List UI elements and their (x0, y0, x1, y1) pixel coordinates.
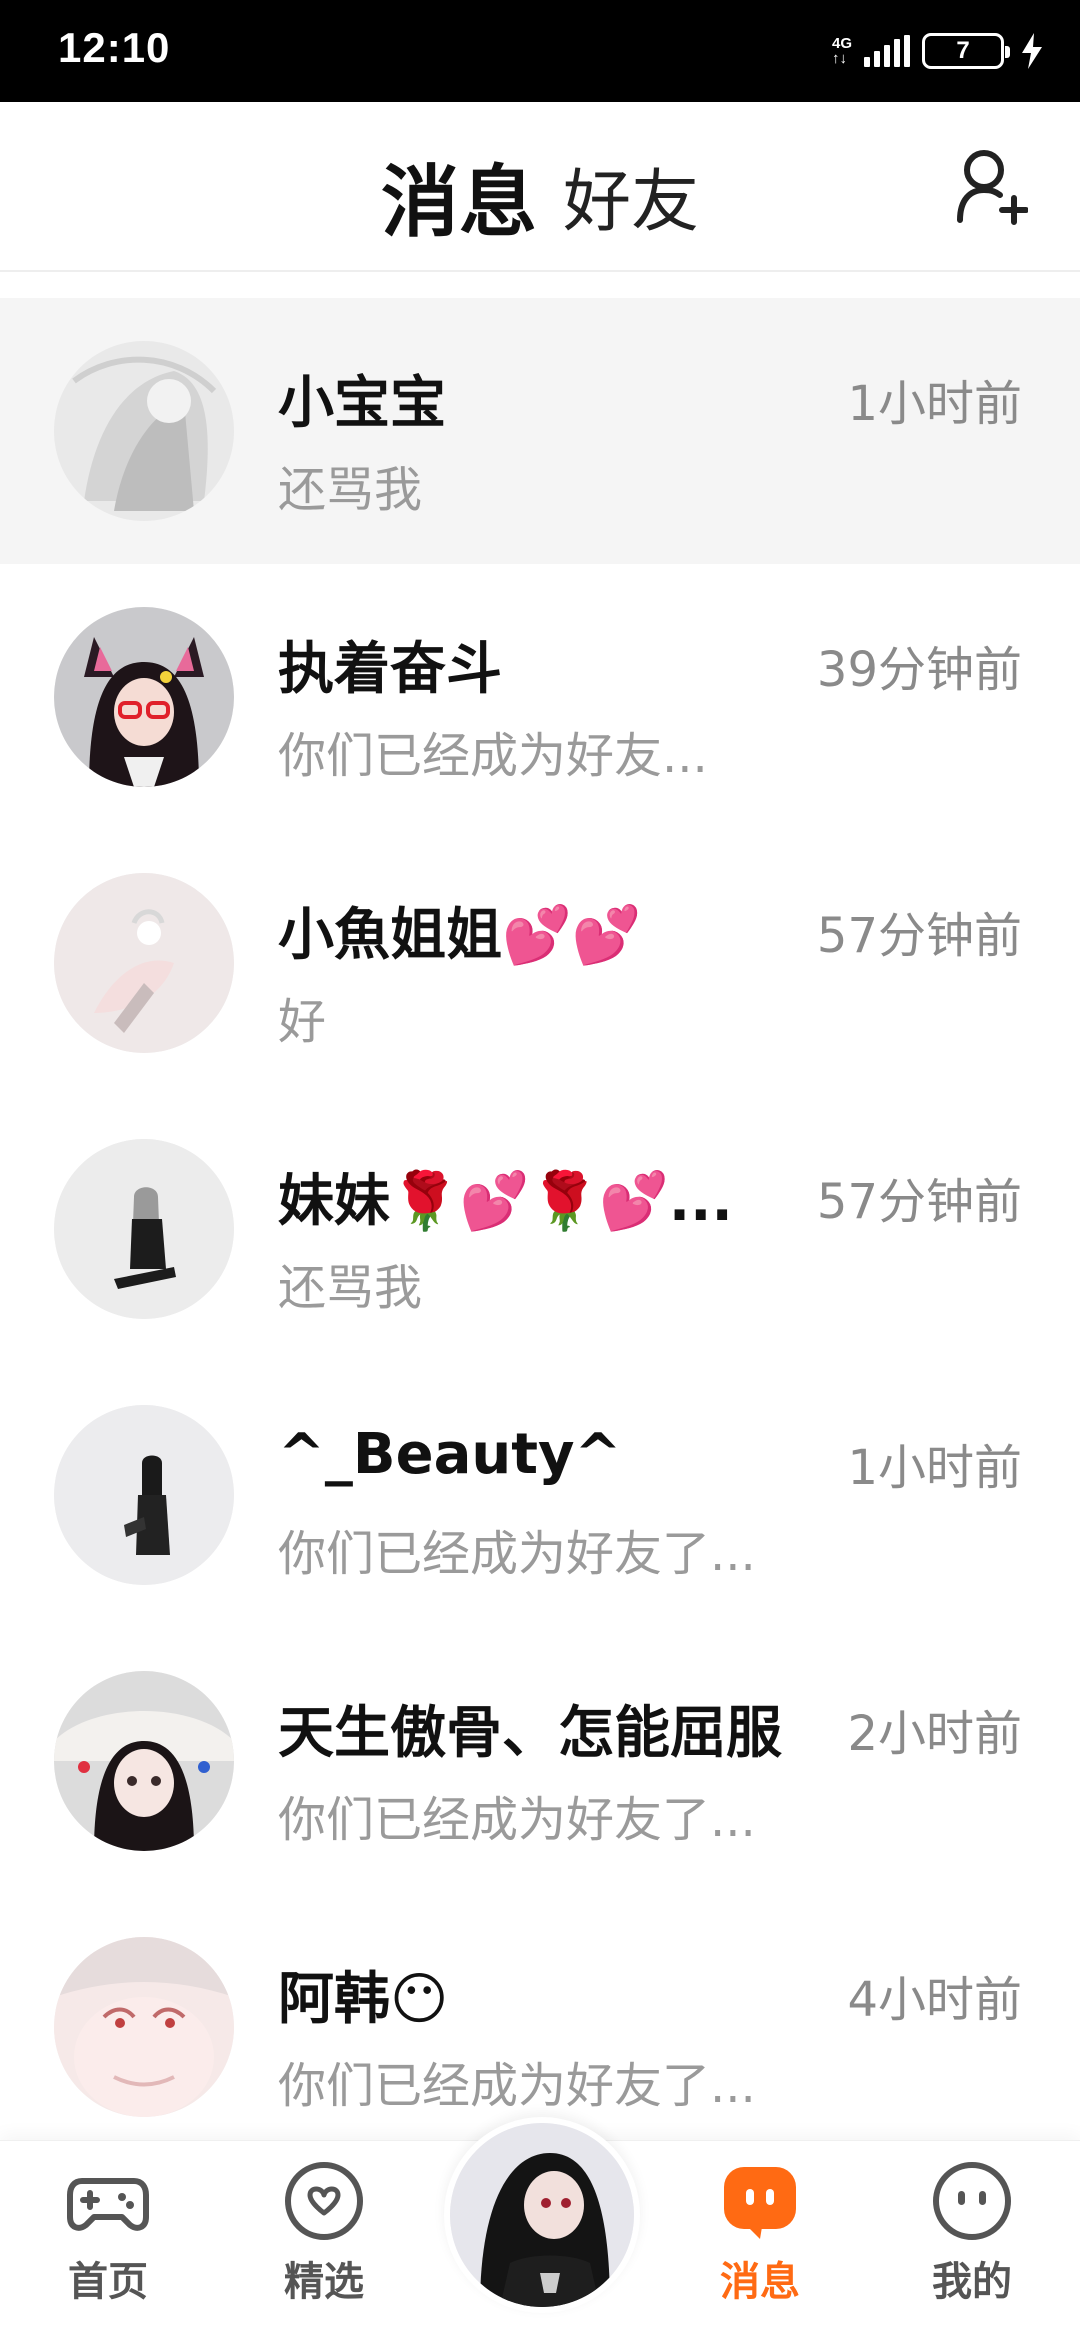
avatar (450, 2123, 634, 2307)
gamepad-icon (67, 2178, 149, 2231)
chat-name: 阿韩😶 (278, 1967, 449, 2032)
nav-messages[interactable]: 消息 (680, 2159, 840, 2339)
center-avatar-button[interactable] (444, 2117, 640, 2313)
battery-level: 7 (956, 37, 970, 64)
status-time: 12:10 (58, 24, 171, 71)
tab-friends-label: 好友 (563, 163, 700, 242)
avatar[interactable] (54, 873, 234, 1053)
chat-row[interactable]: ^_Beauty^ 1小时前 你们已经成为好友了... (0, 1362, 1080, 1628)
face-icon (933, 2162, 1011, 2240)
avatar[interactable] (54, 341, 234, 521)
nav-profile-label: 我的 (932, 2259, 1012, 2305)
chat-time: 2小时前 (847, 1706, 1022, 1762)
nav-profile[interactable]: 我的 (892, 2159, 1052, 2339)
chat-preview: 你们已经成为好友了... (278, 1526, 756, 1582)
avatar[interactable] (54, 607, 234, 787)
chat-row[interactable]: 妹妹🌹💕🌹💕... 57分钟前 还骂我 (0, 1096, 1080, 1362)
chat-time: 4小时前 (847, 1972, 1022, 2028)
nav-featured-label: 精选 (284, 2259, 364, 2305)
bottom-nav: 首页 精选 消息 我的 (0, 2117, 1080, 2340)
charging-icon (1022, 33, 1042, 69)
avatar[interactable] (54, 1937, 234, 2117)
network-type-label: 4G (831, 35, 852, 52)
nav-home-label: 首页 (68, 2259, 148, 2305)
chat-name: ^_Beauty^ (278, 1422, 622, 1487)
chat-time: 39分钟前 (816, 642, 1022, 698)
chat-preview: 还骂我 (278, 462, 423, 518)
chat-time: 57分钟前 (816, 908, 1022, 964)
avatar[interactable] (54, 1671, 234, 1851)
avatar[interactable] (54, 1405, 234, 1585)
avatar[interactable] (54, 1139, 234, 1319)
status-indicators: 4G ↑↓ 7 (832, 30, 1042, 72)
chat-preview: 你们已经成为好友了... (278, 2058, 756, 2114)
nav-messages-label: 消息 (720, 2259, 800, 2305)
heart-badge-icon (285, 2162, 363, 2240)
chat-time: 1小时前 (847, 376, 1022, 432)
chat-name: 小魚姐姐💕💕 (278, 903, 642, 968)
add-person-icon[interactable] (956, 146, 1028, 226)
chat-name: 天生傲骨、怎能屈服 (278, 1701, 782, 1766)
chat-name: 妹妹🌹💕🌹💕... (278, 1169, 733, 1234)
chat-list: 小宝宝 1小时前 还骂我 执着奋斗 39分钟前 你们已经成为好友... 小魚姐姐… (0, 298, 1080, 2160)
chat-time: 1小时前 (847, 1440, 1022, 1496)
tab-messages-label: 消息 (380, 158, 537, 248)
message-icon (724, 2167, 796, 2239)
header-tabs: 消息 好友 (0, 102, 1080, 307)
nav-home[interactable]: 首页 (28, 2159, 188, 2339)
chat-preview: 你们已经成为好友了... (278, 1792, 756, 1848)
chat-time: 57分钟前 (816, 1174, 1022, 1230)
chat-row[interactable]: 小宝宝 1小时前 还骂我 (0, 298, 1080, 564)
chat-preview: 还骂我 (278, 1260, 423, 1316)
chat-row[interactable]: 天生傲骨、怎能屈服 2小时前 你们已经成为好友了... (0, 1628, 1080, 1894)
status-bar: 12:10 4G ↑↓ 7 (0, 0, 1080, 102)
battery-icon: 7 (922, 33, 1010, 69)
tab-messages[interactable]: 消息 (380, 140, 537, 307)
tab-friends[interactable]: 好友 (563, 146, 699, 245)
chat-preview: 你们已经成为好友... (278, 728, 708, 784)
chat-row[interactable]: 执着奋斗 39分钟前 你们已经成为好友... (0, 564, 1080, 830)
chat-row[interactable]: 小魚姐姐💕💕 57分钟前 好 (0, 830, 1080, 1096)
messages-screen: 12:10 4G ↑↓ 7 消息 好友 小宝宝 1小时前 还骂我 执着奋斗 39… (0, 0, 1080, 2340)
chat-name: 执着奋斗 (278, 637, 502, 702)
chat-name: 小宝宝 (278, 371, 446, 436)
nav-featured[interactable]: 精选 (244, 2159, 404, 2339)
signal-icon (864, 35, 910, 67)
network-activity-label: ↑↓ (831, 50, 847, 67)
header: 消息 好友 (0, 102, 1080, 307)
network-type: 4G ↑↓ (832, 36, 852, 66)
chat-preview: 好 (278, 994, 327, 1050)
